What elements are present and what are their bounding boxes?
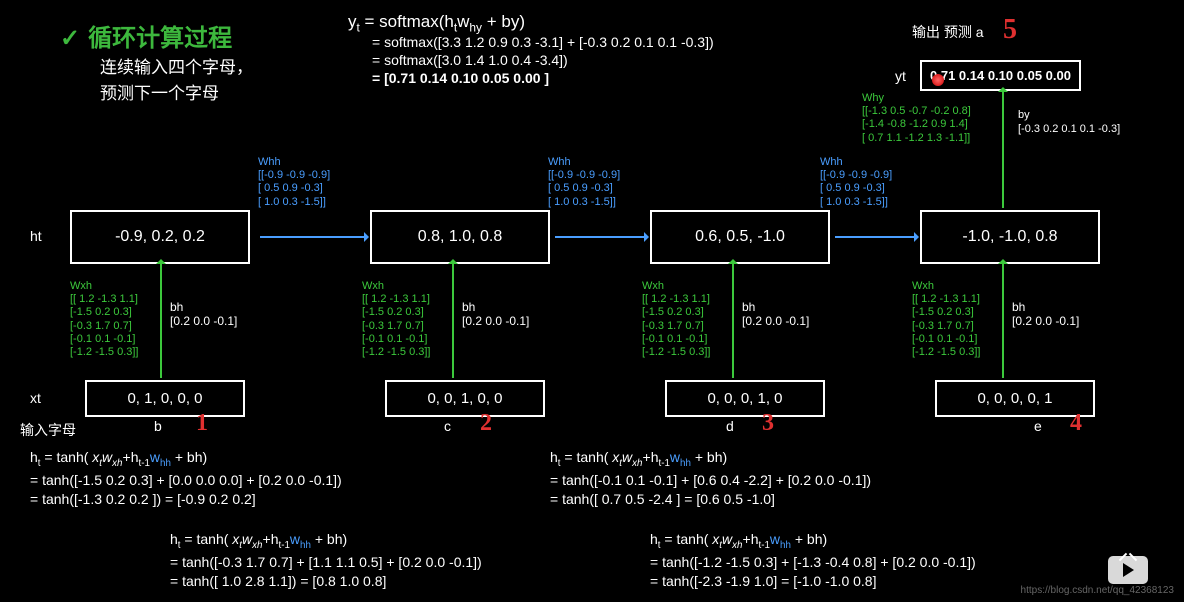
letter-d: d	[726, 418, 734, 434]
by-vector: by [-0.3 0.2 0.1 0.1 -0.3]	[1018, 108, 1120, 137]
softmax-formula: yt = softmax(htwhy + by) = softmax([3.3 …	[348, 12, 714, 88]
wxh-2: Wxh[[ 1.2 -1.3 1.1] [-1.5 0.2 0.3] [-0.3…	[362, 280, 430, 359]
arrow-xt-ht-3	[732, 260, 734, 378]
letter-c: c	[444, 418, 451, 434]
bh-2: bh[0.2 0.0 -0.1]	[462, 300, 529, 328]
xt-box-2: 0, 0, 1, 0, 0	[385, 380, 545, 417]
calc-3: ht = tanh( xtwxh+ht-1whh + bh) = tanh([-…	[550, 448, 871, 510]
bh-4: bh[0.2 0.0 -0.1]	[1012, 300, 1079, 328]
red-number-5: 5	[1003, 14, 1017, 46]
red-2: 2	[480, 410, 492, 437]
xt-label: xt	[30, 390, 41, 406]
why-matrix: Why [[-1.3 0.5 -0.7 -0.2 0.8] [-1.4 -0.8…	[862, 92, 971, 145]
whh-3: Whh[[-0.9 -0.9 -0.9] [ 0.5 0.9 -0.3] [ 1…	[820, 156, 892, 209]
red-4: 4	[1070, 410, 1082, 437]
arrow-xt-ht-1	[160, 260, 162, 378]
wxh-1: Wxh[[ 1.2 -1.3 1.1] [-1.5 0.2 0.3] [-0.3…	[70, 280, 138, 359]
ht-box-4: -1.0, -1.0, 0.8	[920, 210, 1100, 264]
whh-1: Whh[[-0.9 -0.9 -0.9] [ 0.5 0.9 -0.3] [ 1…	[258, 156, 330, 209]
wxh-3: Wxh[[ 1.2 -1.3 1.1] [-1.5 0.2 0.3] [-0.3…	[642, 280, 710, 359]
play-button[interactable]	[1108, 556, 1148, 584]
output-label: 输出 预测 a	[912, 22, 984, 42]
ht-box-3: 0.6, 0.5, -1.0	[650, 210, 830, 264]
xt-box-3: 0, 0, 0, 1, 0	[665, 380, 825, 417]
yt-label: yt	[895, 68, 906, 84]
ht-box-2: 0.8, 1.0, 0.8	[370, 210, 550, 264]
arrow-h4-yt	[1002, 88, 1004, 208]
calc-1: ht = tanh( xtwxh+ht-1whh + bh) = tanh([-…	[30, 448, 342, 510]
red-1: 1	[196, 410, 208, 437]
arrow-xt-ht-2	[452, 260, 454, 378]
subtitle: 连续输入四个字母，预测下一个字母	[100, 55, 253, 106]
xt-box-1: 0, 1, 0, 0, 0	[85, 380, 245, 417]
letter-b: b	[154, 418, 162, 434]
whh-2: Whh[[-0.9 -0.9 -0.9] [ 0.5 0.9 -0.3] [ 1…	[548, 156, 620, 209]
ht-label: ht	[30, 228, 42, 244]
bh-1: bh[0.2 0.0 -0.1]	[170, 300, 237, 328]
arrow-xt-ht-4	[1002, 260, 1004, 378]
arrow-h1-h2	[260, 236, 368, 238]
bh-3: bh[0.2 0.0 -0.1]	[742, 300, 809, 328]
watermark: https://blog.csdn.net/qq_42368123	[1021, 585, 1174, 596]
input-letter-label: 输入字母	[20, 420, 76, 440]
highlight-dot-icon	[932, 74, 944, 86]
letter-e: e	[1034, 418, 1042, 434]
calc-2: ht = tanh( xtwxh+ht-1whh + bh) = tanh([-…	[170, 530, 482, 592]
wxh-4: Wxh[[ 1.2 -1.3 1.1] [-1.5 0.2 0.3] [-0.3…	[912, 280, 980, 359]
arrow-h3-h4	[835, 236, 918, 238]
red-3: 3	[762, 410, 774, 437]
title: ✓循环计算过程	[60, 18, 232, 53]
calc-4: ht = tanh( xtwxh+ht-1whh + bh) = tanh([-…	[650, 530, 976, 592]
check-icon: ✓	[60, 25, 80, 52]
arrow-h2-h3	[555, 236, 648, 238]
